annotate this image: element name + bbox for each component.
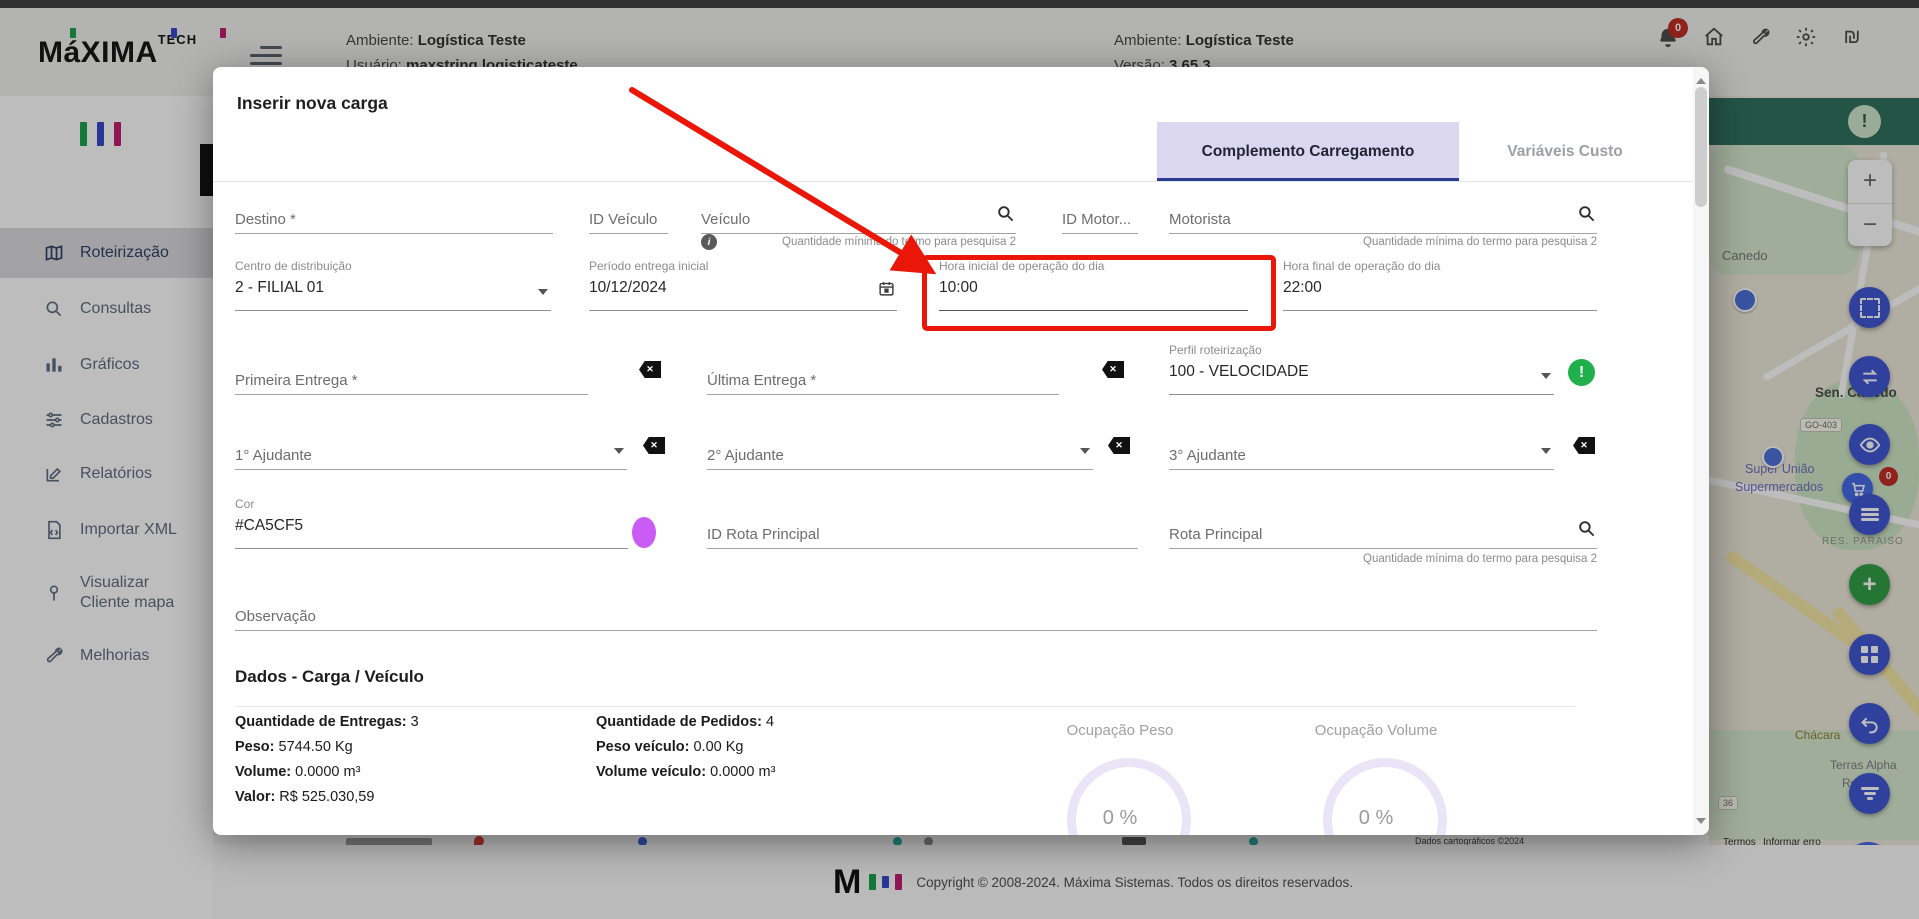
chevron-down-icon[interactable] <box>614 448 624 459</box>
ultima-entrega-field[interactable]: Última Entrega * <box>707 364 1059 395</box>
rota-search-icon[interactable] <box>1577 519 1596 543</box>
periodo-entrega-field[interactable]: Período entrega inicial 10/12/2024 <box>589 259 897 311</box>
veiculo-field[interactable]: Veículo <box>701 203 1016 234</box>
chevron-down-icon[interactable] <box>1541 448 1551 459</box>
ajudante2-label: 2° Ajudante <box>707 447 784 464</box>
section-title: Dados - Carga / Veículo <box>235 667 424 687</box>
chevron-down-icon[interactable] <box>538 289 548 300</box>
modal-title: Inserir nova carga <box>237 93 388 114</box>
centro-distribuicao-select[interactable]: Centro de distribuição 2 - FILIAL 01 <box>235 259 551 311</box>
tab-complemento-carregamento[interactable]: Complemento Carregamento <box>1157 122 1459 181</box>
stat-valor: Valor:R$ 525.030,59 <box>235 789 374 805</box>
info-icon[interactable]: i <box>701 234 717 250</box>
stat-volume-veiculo: Volume veículo:0.0000 m³ <box>596 764 775 780</box>
tab-variaveis-custo[interactable]: Variáveis Custo <box>1459 122 1671 181</box>
perfil-label: Perfil roteirização <box>1169 343 1554 357</box>
modal-scrollbar[interactable] <box>1693 67 1709 835</box>
hora-final-field[interactable]: Hora final de operação do dia 22:00 <box>1283 259 1597 311</box>
ajudante1-select[interactable]: 1° Ajudante <box>235 439 627 470</box>
primeira-entrega-label: Primeira Entrega * <box>235 372 358 389</box>
hora-final-label: Hora final de operação do dia <box>1283 259 1597 273</box>
motorista-search-icon[interactable] <box>1577 204 1596 228</box>
scroll-down-icon[interactable] <box>1696 818 1706 829</box>
id-motorista-label: ID Motor... <box>1062 211 1131 228</box>
chevron-down-icon[interactable] <box>1541 373 1551 384</box>
observacao-label: Observação <box>235 608 316 625</box>
gauge-peso-label: Ocupação Peso <box>1058 722 1182 739</box>
rota-principal-field[interactable]: Rota Principal <box>1169 518 1597 549</box>
motorista-helper-text: Quantidade mínima do termo para pesquisa… <box>1273 236 1597 248</box>
ajudante2-select[interactable]: 2° Ajudante <box>707 439 1093 470</box>
section-divider <box>235 706 1575 707</box>
ajudante3-select[interactable]: 3° Ajudante <box>1169 439 1554 470</box>
ultima-entrega-clear-icon[interactable]: ✕ <box>1102 361 1124 378</box>
primeira-entrega-field[interactable]: Primeira Entrega * <box>235 364 588 395</box>
app-root: MáXIMATECH Ambiente: Logística Teste Usu… <box>0 0 1919 919</box>
periodo-label: Período entrega inicial <box>589 259 897 273</box>
ultima-entrega-label: Última Entrega * <box>707 372 816 389</box>
id-rota-principal-field[interactable]: ID Rota Principal <box>707 518 1138 549</box>
motorista-label: Motorista <box>1169 211 1231 228</box>
stat-volume: Volume:0.0000 m³ <box>235 764 360 780</box>
gauge-volume-label: Ocupação Volume <box>1314 722 1438 739</box>
veiculo-search-icon[interactable] <box>996 204 1015 228</box>
stat-entregas: Quantidade de Entregas:3 <box>235 714 419 730</box>
cor-field[interactable]: Cor #CA5CF5 <box>235 497 628 549</box>
perfil-roteirizacao-select[interactable]: Perfil roteirização 100 - VELOCIDADE <box>1169 343 1554 395</box>
perfil-value: 100 - VELOCIDADE <box>1169 363 1554 381</box>
id-veiculo-field[interactable]: ID Veículo <box>589 203 668 234</box>
primeira-entrega-clear-icon[interactable]: ✕ <box>639 361 661 378</box>
destino-label: Destino * <box>235 211 296 228</box>
ajudante1-label: 1° Ajudante <box>235 447 312 464</box>
centro-value: 2 - FILIAL 01 <box>235 279 551 297</box>
destino-field[interactable]: Destino * <box>235 203 553 234</box>
cor-value: #CA5CF5 <box>235 517 628 535</box>
veiculo-helper-text: Quantidade mínima do termo para pesquisa… <box>727 236 1016 248</box>
insert-load-modal: Inserir nova carga Complemento Carregame… <box>213 67 1709 835</box>
calendar-icon[interactable] <box>878 280 895 302</box>
rota-helper-text: Quantidade mínima do termo para pesquisa… <box>1273 553 1597 565</box>
ajudante3-label: 3° Ajudante <box>1169 447 1246 464</box>
id-veiculo-label: ID Veículo <box>589 211 657 228</box>
gauge-peso-value: 0 % <box>1058 807 1182 830</box>
hora-inicial-field[interactable]: Hora inicial de operação do dia 10:00 <box>939 259 1248 311</box>
hora-final-value: 22:00 <box>1283 279 1597 297</box>
color-swatch[interactable] <box>632 517 656 548</box>
cor-label: Cor <box>235 497 628 511</box>
motorista-field[interactable]: Motorista <box>1169 203 1597 234</box>
chevron-down-icon[interactable] <box>1080 448 1090 459</box>
stat-pedidos: Quantidade de Pedidos:4 <box>596 714 774 730</box>
ajudante1-clear-icon[interactable]: ✕ <box>643 437 665 454</box>
centro-label: Centro de distribuição <box>235 259 551 273</box>
scroll-up-icon[interactable] <box>1696 73 1706 84</box>
tabs-divider <box>213 181 1693 182</box>
stat-peso: Peso:5744.50 Kg <box>235 739 353 755</box>
stat-peso-veiculo: Peso veículo:0.00 Kg <box>596 739 743 755</box>
perfil-alert-icon: ! <box>1568 359 1595 386</box>
id-rota-label: ID Rota Principal <box>707 526 820 543</box>
ajudante2-clear-icon[interactable]: ✕ <box>1108 437 1130 454</box>
gauge-volume-value: 0 % <box>1314 807 1438 830</box>
scrollbar-thumb[interactable] <box>1695 87 1707 207</box>
hora-inicial-value: 10:00 <box>939 279 1248 297</box>
periodo-value: 10/12/2024 <box>589 279 897 297</box>
veiculo-label: Veículo <box>701 211 750 228</box>
ajudante3-clear-icon[interactable]: ✕ <box>1573 437 1595 454</box>
observacao-field[interactable]: Observação <box>235 600 1597 631</box>
id-motorista-field[interactable]: ID Motor... <box>1062 203 1138 234</box>
rota-label: Rota Principal <box>1169 526 1262 543</box>
hora-inicial-label: Hora inicial de operação do dia <box>939 259 1248 273</box>
